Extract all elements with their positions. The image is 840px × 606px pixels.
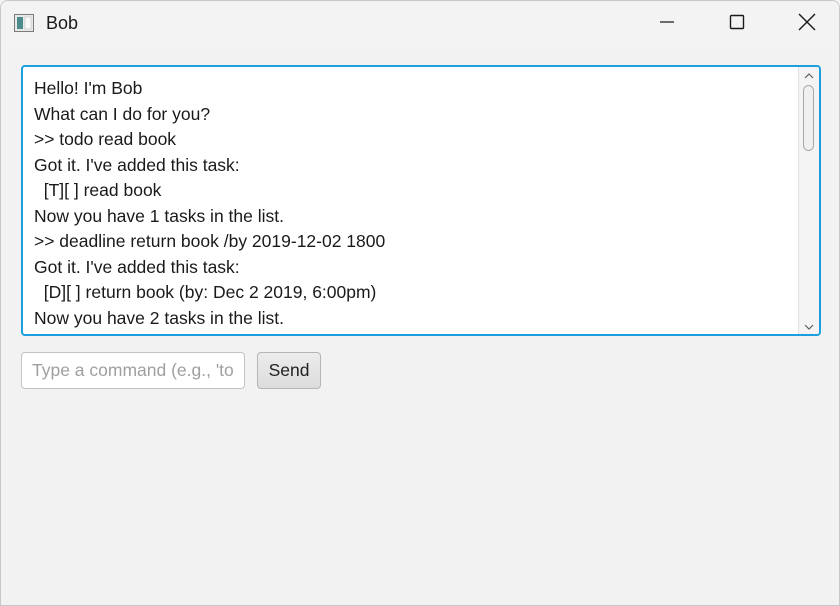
command-input[interactable] xyxy=(21,352,245,389)
chat-line: >> deadline return book /by 2019-12-02 1… xyxy=(34,231,386,251)
scroll-thumb[interactable] xyxy=(803,85,814,151)
chat-line: Now you have 2 tasks in the list. xyxy=(34,307,284,328)
chat-scrollbar[interactable] xyxy=(798,67,819,334)
chat-line: Hello! I'm Bob xyxy=(34,78,143,98)
send-button[interactable]: Send xyxy=(257,352,321,389)
chat-line: [T][ ] read book xyxy=(43,180,162,200)
maximize-icon xyxy=(729,14,745,35)
minimize-icon xyxy=(659,14,675,35)
title-bar[interactable]: Bob xyxy=(1,1,839,47)
close-icon xyxy=(798,13,816,36)
minimize-button[interactable] xyxy=(632,1,702,47)
chat-line: >> todo read book xyxy=(34,129,177,149)
chat-line: [D][ ] return book (by: Dec 2 2019, 6:00… xyxy=(43,282,377,302)
chat-line: >> event meeting /from Mon 2pm /to 4pm xyxy=(34,333,355,334)
close-button[interactable] xyxy=(772,1,839,47)
chat-line: What can I do for you? xyxy=(34,103,211,124)
maximize-button[interactable] xyxy=(702,1,772,47)
scroll-down-icon[interactable] xyxy=(803,320,815,332)
scroll-up-icon[interactable] xyxy=(803,69,815,81)
chat-text: Hello! I'm Bob What can I do for you? >>… xyxy=(34,76,795,334)
chat-log[interactable]: Hello! I'm Bob What can I do for you? >>… xyxy=(21,65,821,336)
chat-line: Now you have 1 tasks in the list. xyxy=(34,205,284,226)
chat-line: Got it. I've added this task: xyxy=(34,256,240,277)
app-icon xyxy=(14,14,34,32)
chat-line: Got it. I've added this task: xyxy=(34,154,240,175)
app-window: Bob Hello! I'm Bob What can I do for you… xyxy=(0,0,840,606)
window-title: Bob xyxy=(46,13,79,33)
